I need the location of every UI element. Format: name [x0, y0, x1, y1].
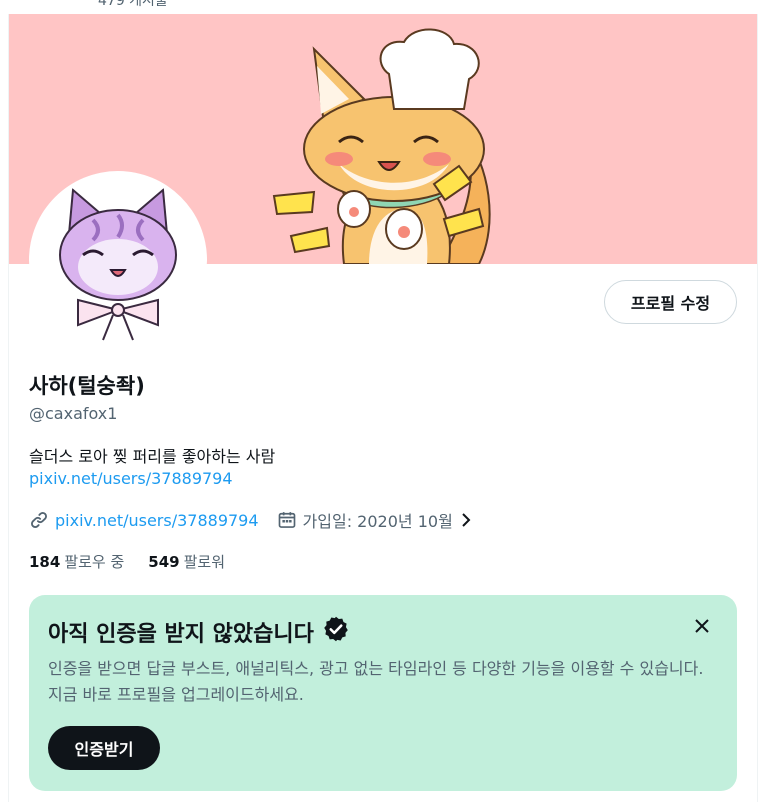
following-count: 184 — [29, 553, 61, 571]
post-count: 479 게시물 — [98, 0, 168, 9]
close-icon[interactable] — [691, 615, 713, 637]
verification-description: 인증을 받으면 답글 부스트, 애널리틱스, 광고 없는 타임라인 등 다양한 … — [48, 659, 704, 704]
calendar-icon — [277, 510, 297, 530]
followers-link[interactable]: 549 팔로워 — [148, 551, 225, 572]
chevron-right-icon[interactable] — [459, 511, 473, 529]
get-verified-button[interactable]: 인증받기 — [48, 726, 160, 770]
display-name: 사하(털숭좍) — [29, 374, 145, 398]
profile-meta: pixiv.net/users/37889794 가입일: 2020년 10월 — [29, 508, 473, 532]
user-handle: @caxafox1 — [29, 404, 118, 423]
bio-link[interactable]: pixiv.net/users/37889794 — [29, 469, 233, 488]
verification-title: 아직 인증을 받지 않았습니다 — [48, 622, 314, 647]
edit-profile-button[interactable]: 프로필 수정 — [604, 280, 737, 324]
verification-card: 아직 인증을 받지 않았습니다 인증을 받으면 답글 부스트, 애널리틱스, 광… — [29, 595, 737, 791]
follow-stats: 184 팔로우 중 549 팔로워 — [29, 551, 225, 572]
verified-badge-icon — [314, 615, 350, 649]
following-label: 팔로우 중 — [64, 553, 125, 571]
verification-title-row: 아직 인증을 받지 않았습니다 — [48, 615, 350, 649]
followers-label: 팔로워 — [183, 553, 225, 571]
joined-date: 가입일: 2020년 10월 — [302, 512, 453, 531]
link-icon — [29, 510, 49, 530]
avatar[interactable] — [33, 175, 203, 345]
following-link[interactable]: 184 팔로우 중 — [29, 551, 124, 572]
header-strip: 479 게시물 — [0, 0, 758, 14]
followers-count: 549 — [148, 553, 180, 571]
avatar-ring — [29, 171, 207, 349]
bio-text: 슬더스 로아 찢 퍼리를 좋아하는 사람 — [29, 447, 276, 466]
avatar-cat-illustration — [33, 175, 203, 345]
website-link[interactable]: pixiv.net/users/37889794 — [55, 511, 259, 530]
